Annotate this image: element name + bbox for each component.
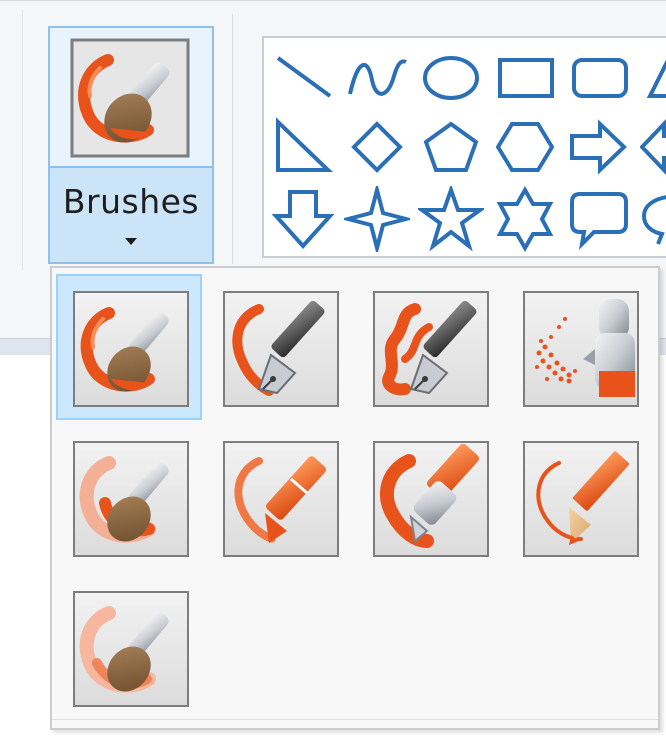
brush-item-marker[interactable] xyxy=(356,424,502,570)
group-divider xyxy=(22,10,23,270)
watercolor-brush-icon xyxy=(73,591,189,707)
right-arrow-shape[interactable] xyxy=(566,116,632,178)
rounded-rectangle-shape[interactable] xyxy=(566,48,632,106)
oval-callout-shape[interactable] xyxy=(640,186,666,252)
oval-shape[interactable] xyxy=(418,48,484,106)
shapes-gallery[interactable] xyxy=(262,36,666,258)
five-point-star-shape[interactable] xyxy=(418,186,484,252)
brushes-button[interactable]: Brushes xyxy=(48,26,214,264)
brush-item-natural-pencil[interactable] xyxy=(506,424,652,570)
brush-item-brush[interactable] xyxy=(56,274,202,420)
hexagon-shape[interactable] xyxy=(492,116,558,178)
crayon-icon xyxy=(223,441,339,557)
curve-shape[interactable] xyxy=(344,48,410,106)
rounded-callout-shape[interactable] xyxy=(566,186,632,252)
right-triangle-shape[interactable] xyxy=(270,116,336,178)
natural-pencil-icon xyxy=(523,441,639,557)
brush-item-calligraphy-brush-1[interactable] xyxy=(206,274,352,420)
brush-item-calligraphy-brush-2[interactable] xyxy=(356,274,502,420)
rectangle-shape[interactable] xyxy=(492,48,558,106)
diamond-shape[interactable] xyxy=(344,116,410,178)
brush-item-oil-brush[interactable] xyxy=(56,424,202,570)
marker-icon xyxy=(373,441,489,557)
down-arrow-shape[interactable] xyxy=(270,186,336,252)
line-shape[interactable] xyxy=(270,48,336,106)
left-arrow-shape[interactable] xyxy=(640,116,666,178)
paint-ribbon-screen: Brushes xyxy=(0,0,666,738)
brush-item-watercolor-brush[interactable] xyxy=(56,574,202,720)
brush-item-crayon[interactable] xyxy=(206,424,352,570)
four-point-star-shape[interactable] xyxy=(344,186,410,252)
brush-dropdown-menu xyxy=(50,266,660,730)
brush-item-airbrush[interactable] xyxy=(506,274,652,420)
pentagon-shape[interactable] xyxy=(418,116,484,178)
calligraphy-pen-icon xyxy=(223,291,339,407)
calligraphy-pen-2-icon xyxy=(373,291,489,407)
brushes-button-icon-area[interactable] xyxy=(50,28,212,168)
brush-icon xyxy=(73,291,189,407)
polygon-shape[interactable] xyxy=(640,48,666,106)
chevron-down-icon xyxy=(125,238,137,245)
airbrush-icon xyxy=(523,291,639,407)
paintbrush-icon xyxy=(70,38,190,158)
six-point-star-shape[interactable] xyxy=(492,186,558,252)
oil-brush-icon xyxy=(73,441,189,557)
brushes-label: Brushes xyxy=(62,182,200,221)
brushes-dropdown-toggle[interactable]: Brushes xyxy=(50,168,212,262)
group-divider xyxy=(232,14,233,264)
menu-bottom-divider xyxy=(52,719,658,720)
